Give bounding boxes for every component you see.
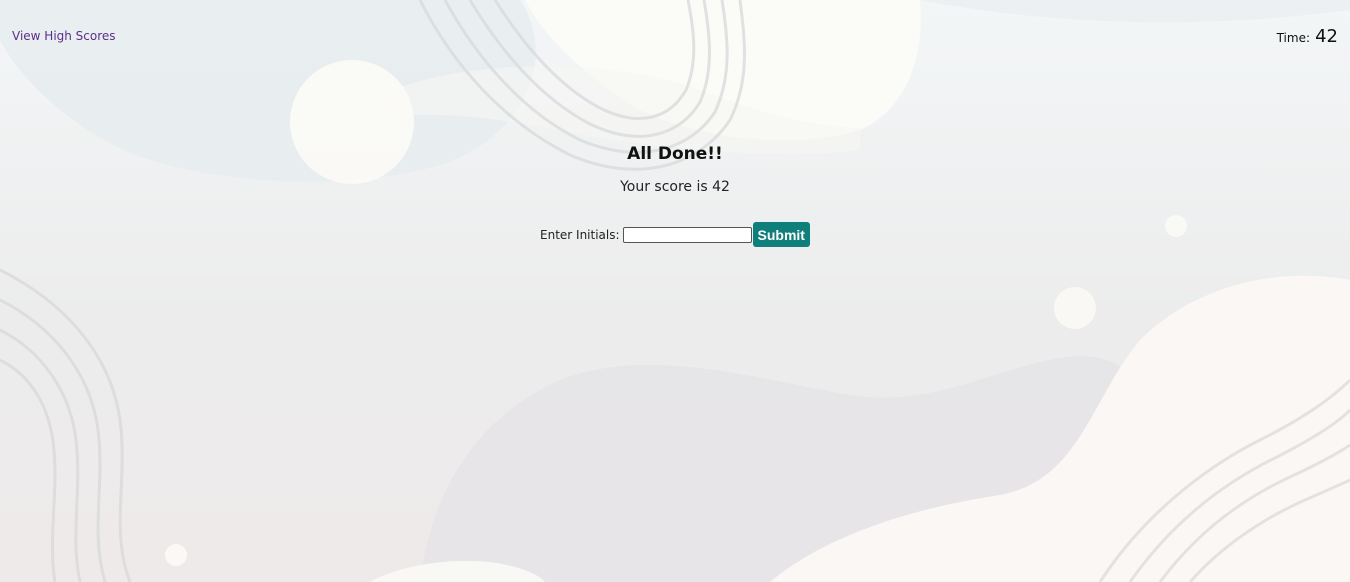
decorative-background — [0, 0, 1350, 582]
page-title: All Done!! — [627, 144, 723, 164]
initials-input[interactable] — [622, 226, 752, 243]
timer: Time: 42 — [1277, 26, 1338, 47]
results-panel: All Done!! Your score is 42 Enter Initia… — [0, 140, 1350, 247]
top-bar: View High Scores Time: 42 — [0, 0, 1350, 60]
view-high-scores-link[interactable]: View High Scores — [12, 29, 116, 43]
score-text: Your score is 42 — [620, 179, 730, 195]
initials-form: Enter Initials: Submit — [540, 222, 810, 247]
initials-label: Enter Initials: — [540, 227, 620, 242]
timer-value: 42 — [1315, 26, 1338, 47]
timer-label: Time: — [1276, 31, 1310, 45]
submit-button[interactable]: Submit — [752, 222, 810, 247]
